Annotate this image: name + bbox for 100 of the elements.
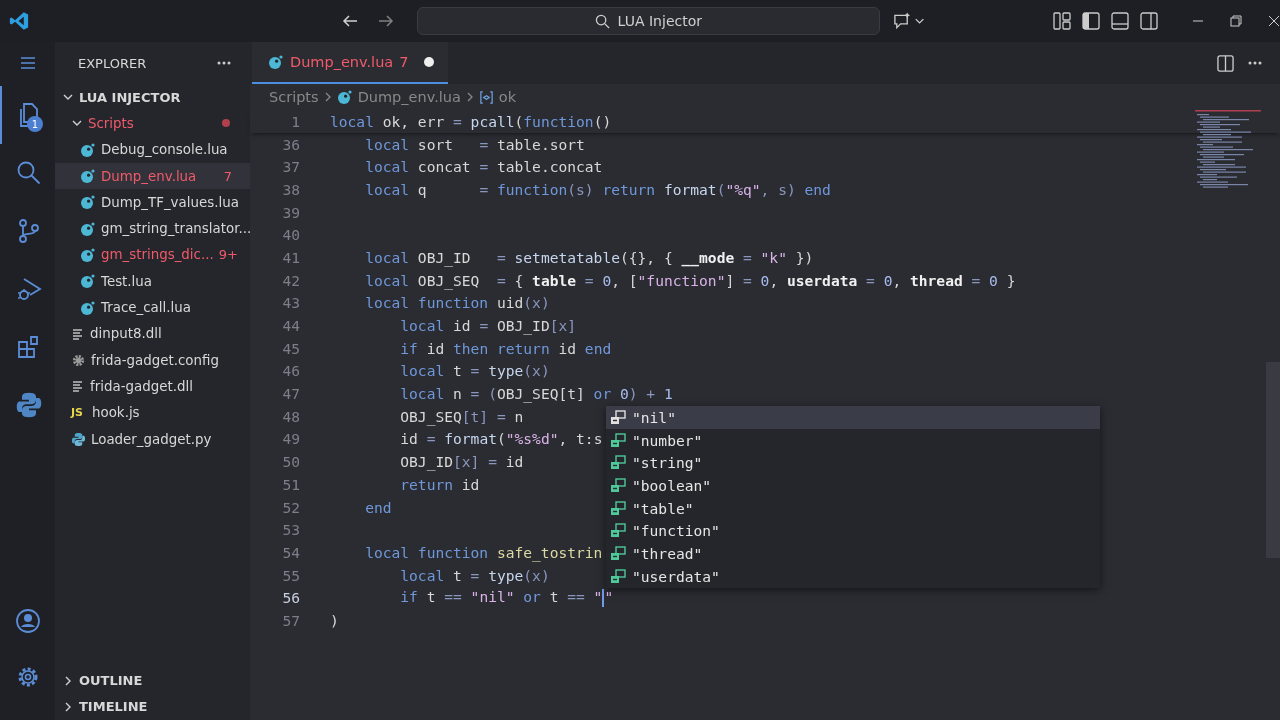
code-line: local q = function(s) return format("%q", s) end: [364, 180, 831, 198]
code-line: local function safe_tostrin: [364, 543, 603, 561]
enum-member-icon: [610, 432, 626, 448]
code-line: local function uid(x): [364, 294, 550, 312]
file-item[interactable]: Debug_console.lua: [55, 136, 250, 163]
code-line: local concat = table.concat: [364, 158, 603, 176]
enum-member-icon: [610, 409, 626, 425]
code-line: local OBJ_SEQ = { table = 0, ["function"] = 0, userdata = 0, thread = 0 }: [364, 271, 1016, 289]
line-number: 55: [281, 566, 300, 584]
enum-member-icon: [610, 568, 626, 584]
command-search-field[interactable]: LUA Injector: [416, 7, 880, 35]
completion-item[interactable]: "boolean": [606, 474, 1100, 497]
more-icon[interactable]: [1248, 61, 1262, 65]
code-line: local n = (OBJ_SEQ[t] or 0) + 1: [399, 385, 673, 403]
file-item[interactable]: frida-gadget.dll: [55, 373, 250, 400]
code-line: return id: [399, 475, 480, 493]
code-line: ): [330, 611, 339, 629]
lua-file-icon: [80, 299, 96, 316]
line-number: 46: [281, 362, 300, 380]
line-number: 43: [281, 294, 300, 312]
file-item[interactable]: gm_strings_dic... 9+: [55, 241, 250, 269]
completion-item[interactable]: "string": [606, 451, 1100, 475]
line-number: 56: [281, 589, 300, 607]
js-file-icon: JS: [71, 406, 87, 420]
line-number: 39: [281, 203, 300, 221]
lines-file-icon: [71, 326, 85, 341]
restore-icon[interactable]: [1230, 15, 1242, 27]
close-icon[interactable]: [1268, 15, 1280, 27]
lua-file-icon: [80, 220, 96, 237]
code-line: local t = type(x): [399, 362, 550, 380]
collapsed-section-header[interactable]: OUTLINE: [55, 667, 250, 694]
line-number: 40: [281, 226, 300, 244]
code-line: OBJ_SEQ[t] = n: [399, 407, 524, 425]
line-number: 51: [281, 475, 300, 493]
secondary-sidebar-icon[interactable]: [1140, 12, 1158, 30]
lua-file-icon: [268, 54, 284, 70]
lua-file-icon: [336, 89, 353, 105]
enum-member-icon: [610, 500, 626, 516]
panel-icon[interactable]: [1111, 12, 1129, 30]
line-number: 41: [281, 248, 300, 266]
primary-sidebar-icon[interactable]: [1082, 12, 1100, 30]
account-icon[interactable]: [14, 608, 41, 634]
file-item[interactable]: Dump_env.lua 7: [55, 162, 250, 190]
line-number: 1: [290, 112, 300, 130]
code-line: end: [364, 498, 392, 516]
breadcrumb-item[interactable]: ok: [498, 89, 517, 105]
more-icon[interactable]: [217, 61, 231, 65]
file-item[interactable]: JS hook.js: [55, 399, 250, 426]
completion-item[interactable]: "function": [606, 519, 1100, 543]
search-icon: [15, 160, 42, 186]
code-line: local id = OBJ_ID[x]: [399, 317, 577, 335]
editor-tab[interactable]: Dump_env.lua 7: [252, 42, 449, 84]
lines-file-icon: [71, 379, 85, 394]
lua-file-icon: [80, 194, 96, 211]
line-number: 48: [281, 407, 300, 425]
lua-file-icon: [80, 246, 96, 263]
file-item[interactable]: Dump_TF_values.lua: [55, 189, 250, 216]
breadcrumb-item[interactable]: Dump_env.lua: [357, 89, 461, 105]
split-editor-icon[interactable]: [1217, 54, 1234, 72]
line-number: 50: [281, 453, 300, 471]
completion-item[interactable]: "table": [606, 496, 1100, 520]
completion-item[interactable]: "thread": [606, 542, 1100, 565]
folder-item[interactable]: Scripts: [55, 110, 250, 137]
python-icon: [14, 391, 43, 419]
collapsed-section-header[interactable]: TIMELINE: [55, 693, 250, 720]
completion-item[interactable]: "userdata": [606, 564, 1100, 588]
code-line: local ok, err = pcall(function(): [330, 112, 612, 130]
layout-icon[interactable]: [1053, 12, 1071, 30]
breadcrumb-item[interactable]: Scripts: [269, 89, 319, 105]
lua-file-icon: [80, 168, 96, 185]
menu-icon[interactable]: [18, 54, 37, 72]
lua-file-icon: [80, 141, 96, 158]
line-number: 36: [281, 135, 300, 153]
line-number: 37: [281, 158, 300, 176]
line-number: 49: [281, 430, 300, 448]
line-number: 57: [281, 611, 300, 629]
code-line: local OBJ_ID = setmetatable({}, { __mode = "k" }): [364, 248, 814, 266]
code-line: if t == "nil" or t == "": [399, 588, 614, 608]
file-item[interactable]: Loader_gadget.py: [55, 425, 250, 453]
enum-member-icon: [610, 523, 626, 539]
completion-item[interactable]: "nil": [606, 406, 1100, 429]
file-item[interactable]: Trace_call.lua: [55, 294, 250, 321]
gear-icon: [71, 352, 86, 368]
file-item[interactable]: gm_string_translator...: [55, 215, 250, 242]
file-item[interactable]: Test.lua: [55, 268, 250, 295]
line-number: 44: [281, 317, 300, 335]
enum-member-icon: [610, 455, 626, 471]
file-item[interactable]: dinput8.dll: [55, 320, 250, 347]
unsaved-dot: [424, 57, 435, 67]
chevron-right-icon: [323, 91, 332, 103]
line-number: 54: [281, 543, 300, 561]
app-logo-icon[interactable]: [9, 10, 30, 32]
code-line: local sort = table.sort: [364, 135, 585, 153]
workspace-header[interactable]: LUA INJECTOR: [55, 84, 250, 111]
error-dot: [222, 119, 230, 128]
completion-item[interactable]: "number": [606, 428, 1100, 452]
file-item[interactable]: frida-gadget.config: [55, 346, 250, 374]
code-line: OBJ_ID[x] = id: [399, 453, 524, 471]
line-number: 52: [281, 498, 300, 516]
chat-sparkle-icon[interactable]: [892, 11, 925, 31]
